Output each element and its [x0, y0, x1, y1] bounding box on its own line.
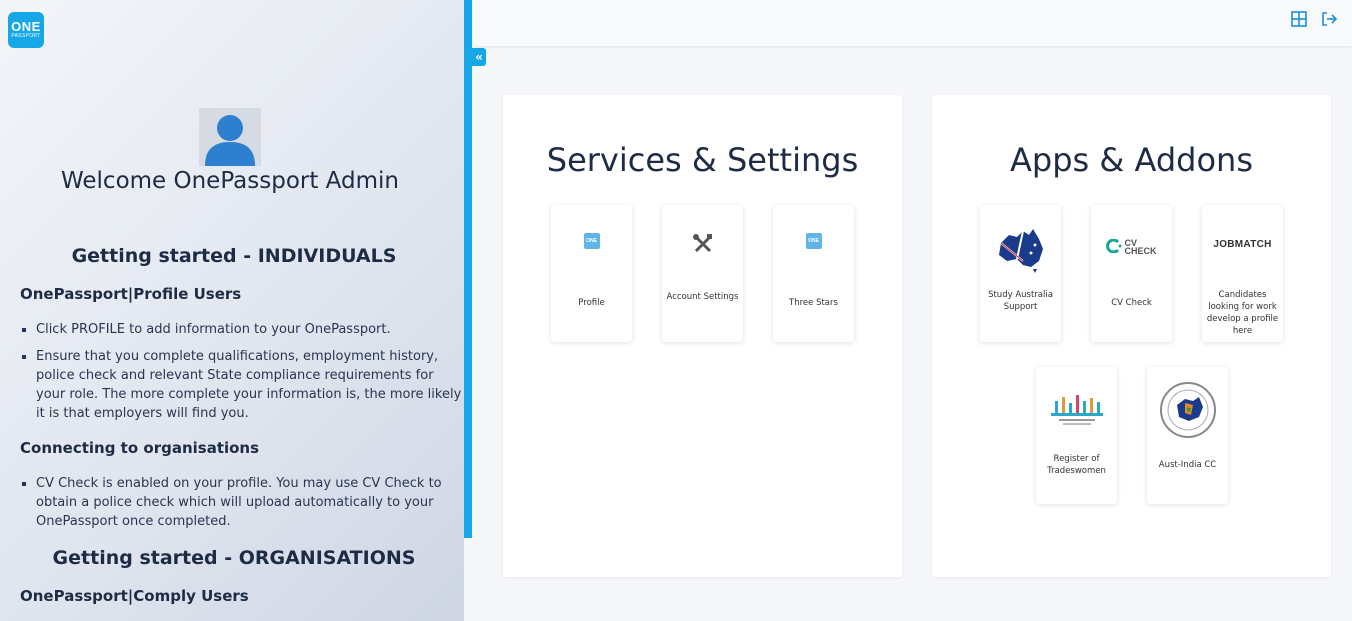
profile-card[interactable]: ONE Profile [551, 205, 632, 342]
double-chevron-left-icon: « [475, 50, 483, 64]
user-avatar-icon [205, 115, 255, 166]
tradeswomen-logo [1050, 395, 1103, 425]
grid-icon[interactable] [1290, 10, 1308, 28]
cv-check-card[interactable]: CV CHECK CV Check [1091, 205, 1172, 342]
list-item: Ensure that you complete qualifications,… [20, 347, 464, 423]
cv-check-logo: CV CHECK [1091, 239, 1172, 256]
comply-users-heading: OnePassport|Comply Users [20, 587, 249, 605]
profile-users-list: Click PROFILE to add information to your… [20, 320, 464, 431]
aust-india-seal-logo [1159, 382, 1216, 438]
tools-icon [692, 234, 712, 253]
individuals-heading: Getting started - INDIVIDUALS [71, 245, 397, 267]
cv-check-mark-icon [1106, 239, 1122, 253]
account-settings-card[interactable]: Account Settings [662, 205, 743, 342]
aust-india-cc-card[interactable]: Aust-India CC [1147, 367, 1228, 504]
onepassport-company-icon: ONE [805, 233, 822, 249]
connecting-heading: Connecting to organisations [20, 439, 260, 457]
services-settings-title: Services & Settings [546, 141, 859, 179]
jobmatch-logo: JOBMATCH [1213, 239, 1272, 250]
avatar [199, 108, 261, 166]
connecting-list: CV Check is enabled on your profile. You… [20, 474, 464, 539]
list-item: Click PROFILE to add information to your… [20, 320, 464, 339]
onepassport-profile-icon: ONE [583, 233, 600, 249]
logout-icon[interactable] [1320, 10, 1338, 28]
profile-users-heading: OnePassport|Profile Users [20, 285, 242, 303]
collapse-sidebar-button[interactable]: « [472, 48, 486, 66]
onepassport-logo[interactable]: ONE PASSPORT [8, 12, 44, 48]
sidebar-scrollbar[interactable] [464, 0, 472, 538]
study-australia-card[interactable]: Study Australia Support [980, 205, 1061, 342]
list-item: CV Check is enabled on your profile. You… [20, 474, 464, 531]
organisations-heading: Getting started - ORGANISATIONS [52, 547, 416, 569]
australia-map-icon [998, 229, 1043, 273]
jobmatch-card[interactable]: JOBMATCH Candidates looking for work dev… [1202, 205, 1283, 342]
register-tradeswomen-card[interactable]: Register of Tradeswomen [1036, 367, 1117, 504]
top-bar [473, 0, 1352, 46]
three-stars-card[interactable]: ONE Three Stars [773, 205, 854, 342]
services-settings-panel: Services & Settings ONE Profile Account … [503, 95, 902, 577]
sidebar: ONE PASSPORT Welcome OnePassport Admin G… [0, 0, 464, 621]
apps-addons-panel: Apps & Addons Study Australia Support CV… [932, 95, 1331, 577]
apps-addons-title: Apps & Addons [1010, 141, 1253, 179]
welcome-title: Welcome OnePassport Admin [60, 168, 399, 194]
